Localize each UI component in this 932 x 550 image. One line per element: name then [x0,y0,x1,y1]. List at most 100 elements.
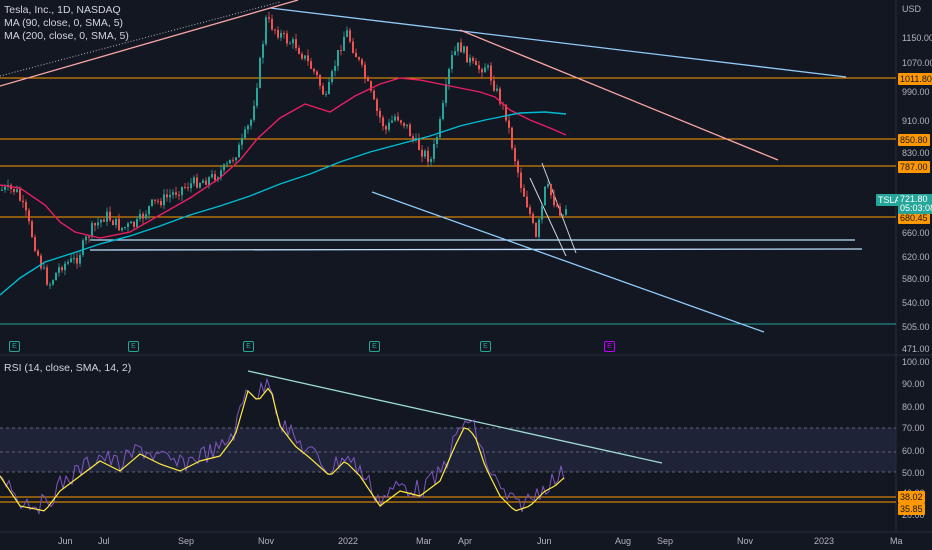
candle-body [94,223,96,226]
candle-body [490,65,492,81]
candle-body [433,144,435,159]
earnings-marker[interactable]: E [243,341,254,352]
rsi-tag-2: 35.85 [898,503,925,515]
rsi-axis-tick: 50.00 [902,468,925,478]
candle-body [157,200,159,202]
rsi-legend[interactable]: RSI (14, close, SMA, 14, 2) [4,362,131,375]
level-tag-850: 850.80 [898,134,930,146]
candle-body [565,209,567,215]
candle-body [511,127,513,149]
time-axis-label: 2022 [338,536,359,546]
candle-body [16,189,18,192]
candle-body [76,257,78,264]
candle-body [166,194,168,198]
currency-label: USD [902,4,922,14]
candle-body [265,17,267,45]
rsi-axis-tick: 70.00 [902,423,925,433]
tradingview-chart-window[interactable]: { "price_pane": { "title_line": "Tesla, … [0,0,932,550]
candle-body [532,213,534,223]
rsi-axis-tick: 60.00 [902,446,925,456]
candle-body [196,177,198,188]
earnings-marker[interactable]: E [369,341,380,352]
candle-body [352,41,354,53]
candle-body [163,194,165,206]
candle-body [364,64,366,78]
candle-body [262,44,264,58]
candle-body [130,221,132,224]
candle-body [448,68,450,85]
candle-body [529,207,531,214]
candle-body [487,65,489,68]
candle-body [550,184,552,196]
price-axis-tick: 660.00 [902,228,930,238]
candle-body [457,42,459,52]
candle-body [547,184,549,187]
bar-countdown: 05:03:08 [900,203,932,213]
candle-body [496,88,498,91]
candle-body [109,211,111,221]
candle-body [85,236,87,241]
candle-body [253,105,255,120]
candle-body [385,126,387,130]
candle-body [445,84,447,104]
candle-body [541,205,543,220]
candle-body [283,33,285,35]
candle-body [244,129,246,139]
candle-body [40,255,42,269]
candle-body [175,192,177,195]
candle-body [238,144,240,158]
earnings-marker[interactable]: E [480,341,491,352]
candle-body [247,125,249,130]
price-axis-tick: 620.00 [902,252,930,262]
candle-body [319,75,321,86]
candle-body [349,30,351,42]
time-axis-label: Sep [178,536,195,546]
candle-body [472,57,474,61]
ma90-legend[interactable]: MA (90, close, 0, SMA, 5) [4,17,129,30]
time-axis-label: Nov [737,536,754,546]
candle-body [409,124,411,137]
candle-body [304,55,306,59]
candle-body [343,36,345,51]
candle-body [475,60,477,66]
candle-body [382,117,384,127]
candle-body [481,69,483,73]
candle-body [142,213,144,219]
candle-body [172,192,174,195]
candle-body [112,220,114,226]
candle-body [118,218,120,231]
price-axis-tick: 505.00 [902,322,930,332]
ma200-legend[interactable]: MA (200, close, 0, SMA, 5) [4,30,129,43]
candle-body [37,250,39,256]
candle-body [229,159,231,164]
candle-body [13,188,15,192]
candle-body [208,177,210,185]
candle-body [307,55,309,62]
price-axis-tick: 910.00 [902,116,930,126]
rsi-axis-tick: 80.00 [902,402,925,412]
candle-body [340,50,342,52]
earnings-marker[interactable]: E [128,341,139,352]
candle-body [184,186,186,188]
candle-body [148,205,150,215]
earnings-marker[interactable]: E [9,341,20,352]
candle-body [49,284,51,286]
candle-body [559,206,561,216]
rsi-axis-tick: 100.00 [902,357,930,367]
candle-body [124,227,126,229]
trend-line-upper [269,7,847,78]
candle-body [493,80,495,91]
candle-body [19,189,21,201]
candle-body [58,267,60,273]
earnings-marker-upcoming[interactable]: E [604,341,615,352]
candle-body [151,199,153,206]
candle-body [241,138,243,145]
candle-body [346,30,348,37]
candle-body [310,61,312,69]
candle-body [373,90,375,100]
candle-body [397,116,399,121]
candle-body [556,205,558,207]
candle-body [427,150,429,162]
chart-canvas[interactable] [0,0,932,550]
candle-body [31,221,33,238]
